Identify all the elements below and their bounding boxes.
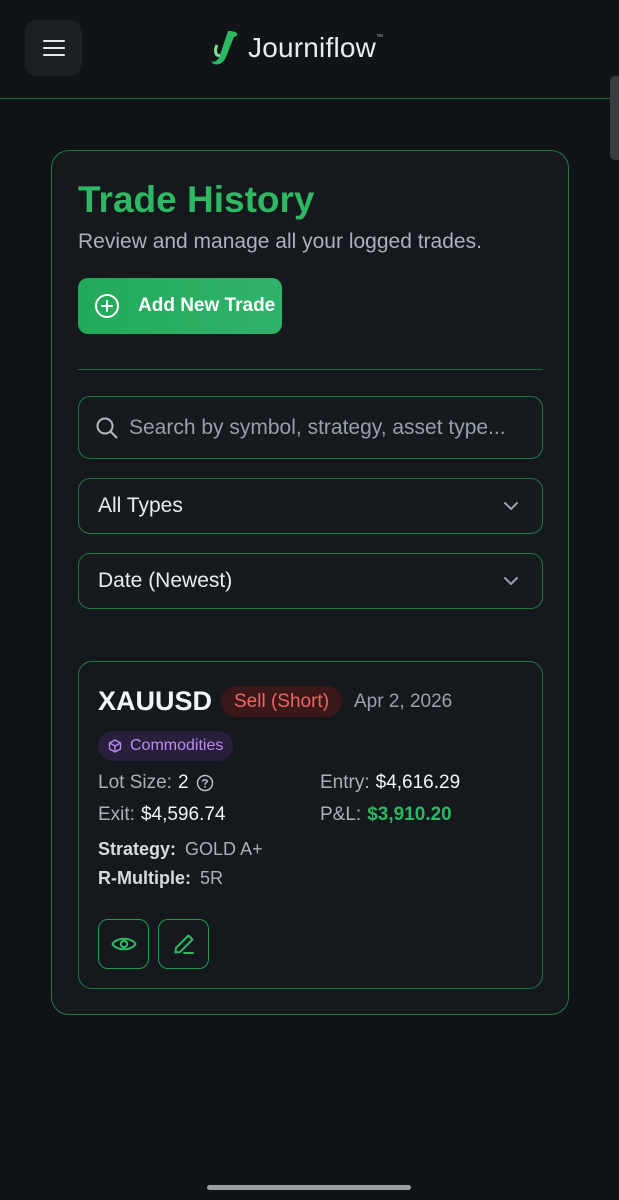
chevron-down-icon (504, 502, 518, 510)
asset-type-select-value: All Types (98, 494, 183, 517)
strategy-label: Strategy: (98, 839, 177, 859)
plus-circle-icon (95, 294, 119, 318)
eye-icon (111, 937, 136, 951)
home-indicator[interactable] (207, 1185, 411, 1190)
exit-label: Exit: (98, 804, 135, 825)
trade-side-badge: Sell (Short) (221, 686, 343, 717)
cube-icon (108, 739, 122, 753)
r-multiple-row: R-Multiple: 5R (98, 868, 223, 889)
r-multiple-label: R-Multiple: (98, 868, 191, 888)
hamburger-icon (42, 40, 65, 56)
search-field[interactable] (78, 396, 543, 459)
lot-size-row: Lot Size: 2 (98, 772, 214, 794)
divider (78, 369, 543, 370)
exit-value: $4,596.74 (140, 804, 226, 825)
strategy-value: GOLD A+ (185, 839, 263, 859)
journiflow-logo-icon (211, 31, 238, 65)
help-circle-icon[interactable] (196, 774, 214, 792)
view-trade-button[interactable] (98, 919, 149, 969)
entry-row: Entry: $4,616.29 (320, 772, 460, 794)
brand-name: Journiflow (248, 32, 377, 63)
add-new-trade-label: Add New Trade (138, 295, 276, 316)
entry-value: $4,616.29 (375, 772, 461, 793)
asset-type-label: Commodities (130, 737, 224, 754)
lot-size-value: 2 (177, 772, 189, 793)
sort-select[interactable]: Date (Newest) (78, 553, 543, 609)
strategy-row: Strategy: GOLD A+ (98, 839, 263, 860)
asset-type-badge: Commodities (98, 731, 234, 761)
pencil-icon (174, 934, 194, 954)
brand-logo[interactable]: Journiflow ™ (208, 28, 383, 68)
trade-history-panel: Trade History Review and manage all your… (51, 150, 569, 1015)
exit-row: Exit: $4,596.74 (98, 804, 225, 826)
edit-trade-button[interactable] (158, 919, 209, 969)
page-title: Trade History (78, 179, 315, 220)
lot-size-label: Lot Size: (98, 772, 172, 793)
sort-select-value: Date (Newest) (98, 569, 233, 592)
menu-button[interactable] (25, 20, 82, 76)
trademark: ™ (376, 34, 384, 41)
r-multiple-value: 5R (200, 868, 224, 888)
trade-card: XAUUSD Sell (Short) Apr 2, 2026 Commodit… (78, 661, 543, 989)
add-new-trade-button[interactable]: Add New Trade (78, 278, 282, 334)
pnl-row: P&L: $3,910.20 (320, 804, 452, 826)
trade-date: Apr 2, 2026 (354, 691, 453, 712)
page-subtitle: Review and manage all your logged trades… (78, 230, 482, 253)
trade-symbol: XAUUSD (98, 686, 213, 716)
pnl-label: P&L: (320, 804, 362, 825)
top-bar: Journiflow ™ (0, 0, 619, 99)
entry-label: Entry: (320, 772, 370, 793)
scrollbar-thumb[interactable] (610, 76, 619, 160)
search-icon (96, 417, 118, 438)
search-input[interactable] (129, 415, 529, 440)
asset-type-select[interactable]: All Types (78, 478, 543, 534)
pnl-value: $3,910.20 (367, 804, 452, 825)
chevron-down-icon (504, 577, 518, 585)
